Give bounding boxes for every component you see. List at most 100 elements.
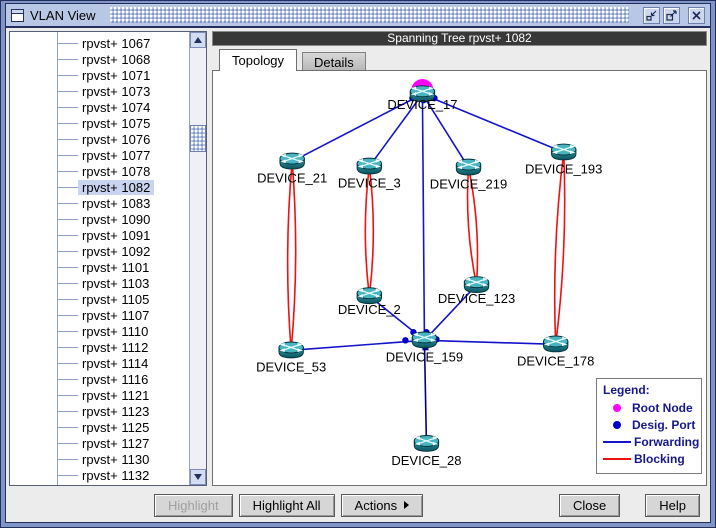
- tree-item[interactable]: rpvst+ 1105: [10, 291, 189, 307]
- tree-item-label: rpvst+ 1083: [78, 196, 154, 211]
- device-label: DEVICE_2: [338, 302, 401, 317]
- help-button[interactable]: Help: [645, 494, 700, 517]
- device-label: DEVICE_28: [391, 453, 461, 468]
- router-icon[interactable]: [456, 159, 480, 175]
- window-body: rpvst+ 1067rpvst+ 1068rpvst+ 1071rpvst+ …: [6, 28, 710, 488]
- tree-item-label: rpvst+ 1078: [78, 164, 154, 179]
- window-icon: [11, 9, 24, 22]
- maximize-button[interactable]: [663, 7, 680, 24]
- device-label: DEVICE_193: [525, 161, 602, 176]
- scroll-down-button[interactable]: [190, 469, 206, 485]
- tree-item[interactable]: rpvst+ 1110: [10, 323, 189, 339]
- vlan-tree-panel: rpvst+ 1067rpvst+ 1068rpvst+ 1071rpvst+ …: [9, 31, 207, 486]
- device-label: DEVICE_123: [438, 291, 515, 306]
- tree-item[interactable]: rpvst+ 1116: [10, 371, 189, 387]
- actions-button[interactable]: Actions: [341, 494, 424, 517]
- footer-toolbar: Highlight Highlight All Actions Close Help: [6, 488, 710, 522]
- router-icon[interactable]: [543, 336, 567, 352]
- device-label: DEVICE_53: [256, 359, 326, 374]
- tree-item[interactable]: rpvst+ 1067: [10, 35, 189, 51]
- tree-item[interactable]: rpvst+ 1101: [10, 259, 189, 275]
- tree-item[interactable]: rpvst+ 1090: [10, 211, 189, 227]
- arrow-down-icon: [194, 474, 202, 480]
- tree-item[interactable]: rpvst+ 1130: [10, 451, 189, 467]
- tree-item[interactable]: rpvst+ 1075: [10, 115, 189, 131]
- device-label: DEVICE_17: [387, 97, 457, 112]
- tree-item[interactable]: rpvst+ 1112: [10, 339, 189, 355]
- tree-item[interactable]: rpvst+ 1078: [10, 163, 189, 179]
- tree-connector: [57, 123, 78, 124]
- tree-item-label: rpvst+ 1132: [78, 468, 153, 483]
- tree-item[interactable]: rpvst+ 1121: [10, 387, 189, 403]
- tree-item-label: rpvst+ 1090: [78, 212, 154, 227]
- tree-item[interactable]: rpvst+ 1123: [10, 403, 189, 419]
- tree-connector: [57, 427, 78, 428]
- tree-connector: [57, 299, 78, 300]
- tree-scrollbar[interactable]: [189, 32, 206, 485]
- tab-topology[interactable]: Topology: [219, 49, 297, 71]
- tree-item[interactable]: rpvst+ 1132: [10, 467, 189, 483]
- highlight-button[interactable]: Highlight: [154, 494, 233, 517]
- iconify-button[interactable]: [643, 7, 660, 24]
- tree-item[interactable]: rpvst+ 1127: [10, 435, 189, 451]
- tree-connector: [57, 251, 78, 252]
- tree-item[interactable]: rpvst+ 1103: [10, 275, 189, 291]
- tree-item[interactable]: rpvst+ 1071: [10, 67, 189, 83]
- legend-title: Legend:: [603, 383, 695, 397]
- tree-connector: [57, 475, 78, 476]
- tree-connector: [57, 283, 78, 284]
- tree-item[interactable]: rpvst+ 1077: [10, 147, 189, 163]
- tree-connector: [57, 315, 78, 316]
- tree-connector: [57, 91, 78, 92]
- tree-item[interactable]: rpvst+ 1076: [10, 131, 189, 147]
- device-label: DEVICE_219: [430, 177, 507, 192]
- tree-item-label: rpvst+ 1073: [78, 84, 154, 99]
- button-label: Help: [659, 498, 686, 513]
- window-inner-frame: VLAN View: [5, 3, 711, 523]
- vlan-view-window: VLAN View: [0, 0, 716, 528]
- tree-item[interactable]: rpvst+ 1107: [10, 307, 189, 323]
- scroll-up-button[interactable]: [190, 32, 206, 48]
- tree-item[interactable]: rpvst+ 1073: [10, 83, 189, 99]
- highlight-all-button[interactable]: Highlight All: [239, 494, 335, 517]
- tree-item-label: rpvst+ 1075: [78, 116, 154, 131]
- window-titlebar[interactable]: VLAN View: [6, 4, 710, 28]
- tree-item-label: rpvst+ 1103: [78, 276, 153, 291]
- router-icon[interactable]: [280, 153, 304, 169]
- tree-item[interactable]: rpvst+ 1083: [10, 195, 189, 211]
- router-icon[interactable]: [414, 435, 438, 451]
- tree-item[interactable]: rpvst+ 1114: [10, 355, 189, 371]
- tree-item[interactable]: rpvst+ 1074: [10, 99, 189, 115]
- close-window-button[interactable]: [688, 7, 705, 24]
- tree-item-label: rpvst+ 1077: [78, 148, 154, 163]
- router-icon[interactable]: [279, 342, 303, 358]
- legend-swatch-root-node: [613, 404, 621, 412]
- tree-item[interactable]: rpvst+ 1082: [10, 179, 189, 195]
- tree-item-label: rpvst+ 1123: [78, 404, 153, 419]
- footer-right-buttons: Close Help: [559, 494, 700, 517]
- legend-box: Legend: Root NodeDesig. PortForwardingBl…: [596, 378, 702, 474]
- tab-details[interactable]: Details: [302, 52, 366, 70]
- router-icon[interactable]: [357, 158, 381, 174]
- arrow-up-icon: [194, 37, 202, 43]
- spanning-tree-panel: Spanning Tree rpvst+ 1082 Topology Detai…: [212, 31, 707, 486]
- router-icon[interactable]: [412, 332, 436, 348]
- tree-connector: [57, 411, 78, 412]
- tree-item[interactable]: rpvst+ 1068: [10, 51, 189, 67]
- panel-header-title: Spanning Tree rpvst+ 1082: [212, 31, 707, 46]
- tree-item[interactable]: rpvst+ 1091: [10, 227, 189, 243]
- scrollbar-thumb[interactable]: [190, 125, 206, 152]
- close-button[interactable]: Close: [559, 494, 620, 517]
- tree-connector: [57, 347, 78, 348]
- tree-item-label: rpvst+ 1071: [78, 68, 154, 83]
- tree-connector: [57, 107, 78, 108]
- device-label: DEVICE_159: [386, 349, 463, 364]
- close-icon: [691, 10, 702, 21]
- tree-connector: [57, 443, 78, 444]
- router-icon[interactable]: [551, 144, 575, 160]
- tree-item[interactable]: rpvst+ 1125: [10, 419, 189, 435]
- legend-label: Root Node: [632, 401, 693, 415]
- titlebar-texture: [110, 7, 629, 23]
- tree-item[interactable]: rpvst+ 1092: [10, 243, 189, 259]
- legend-label: Desig. Port: [632, 418, 695, 432]
